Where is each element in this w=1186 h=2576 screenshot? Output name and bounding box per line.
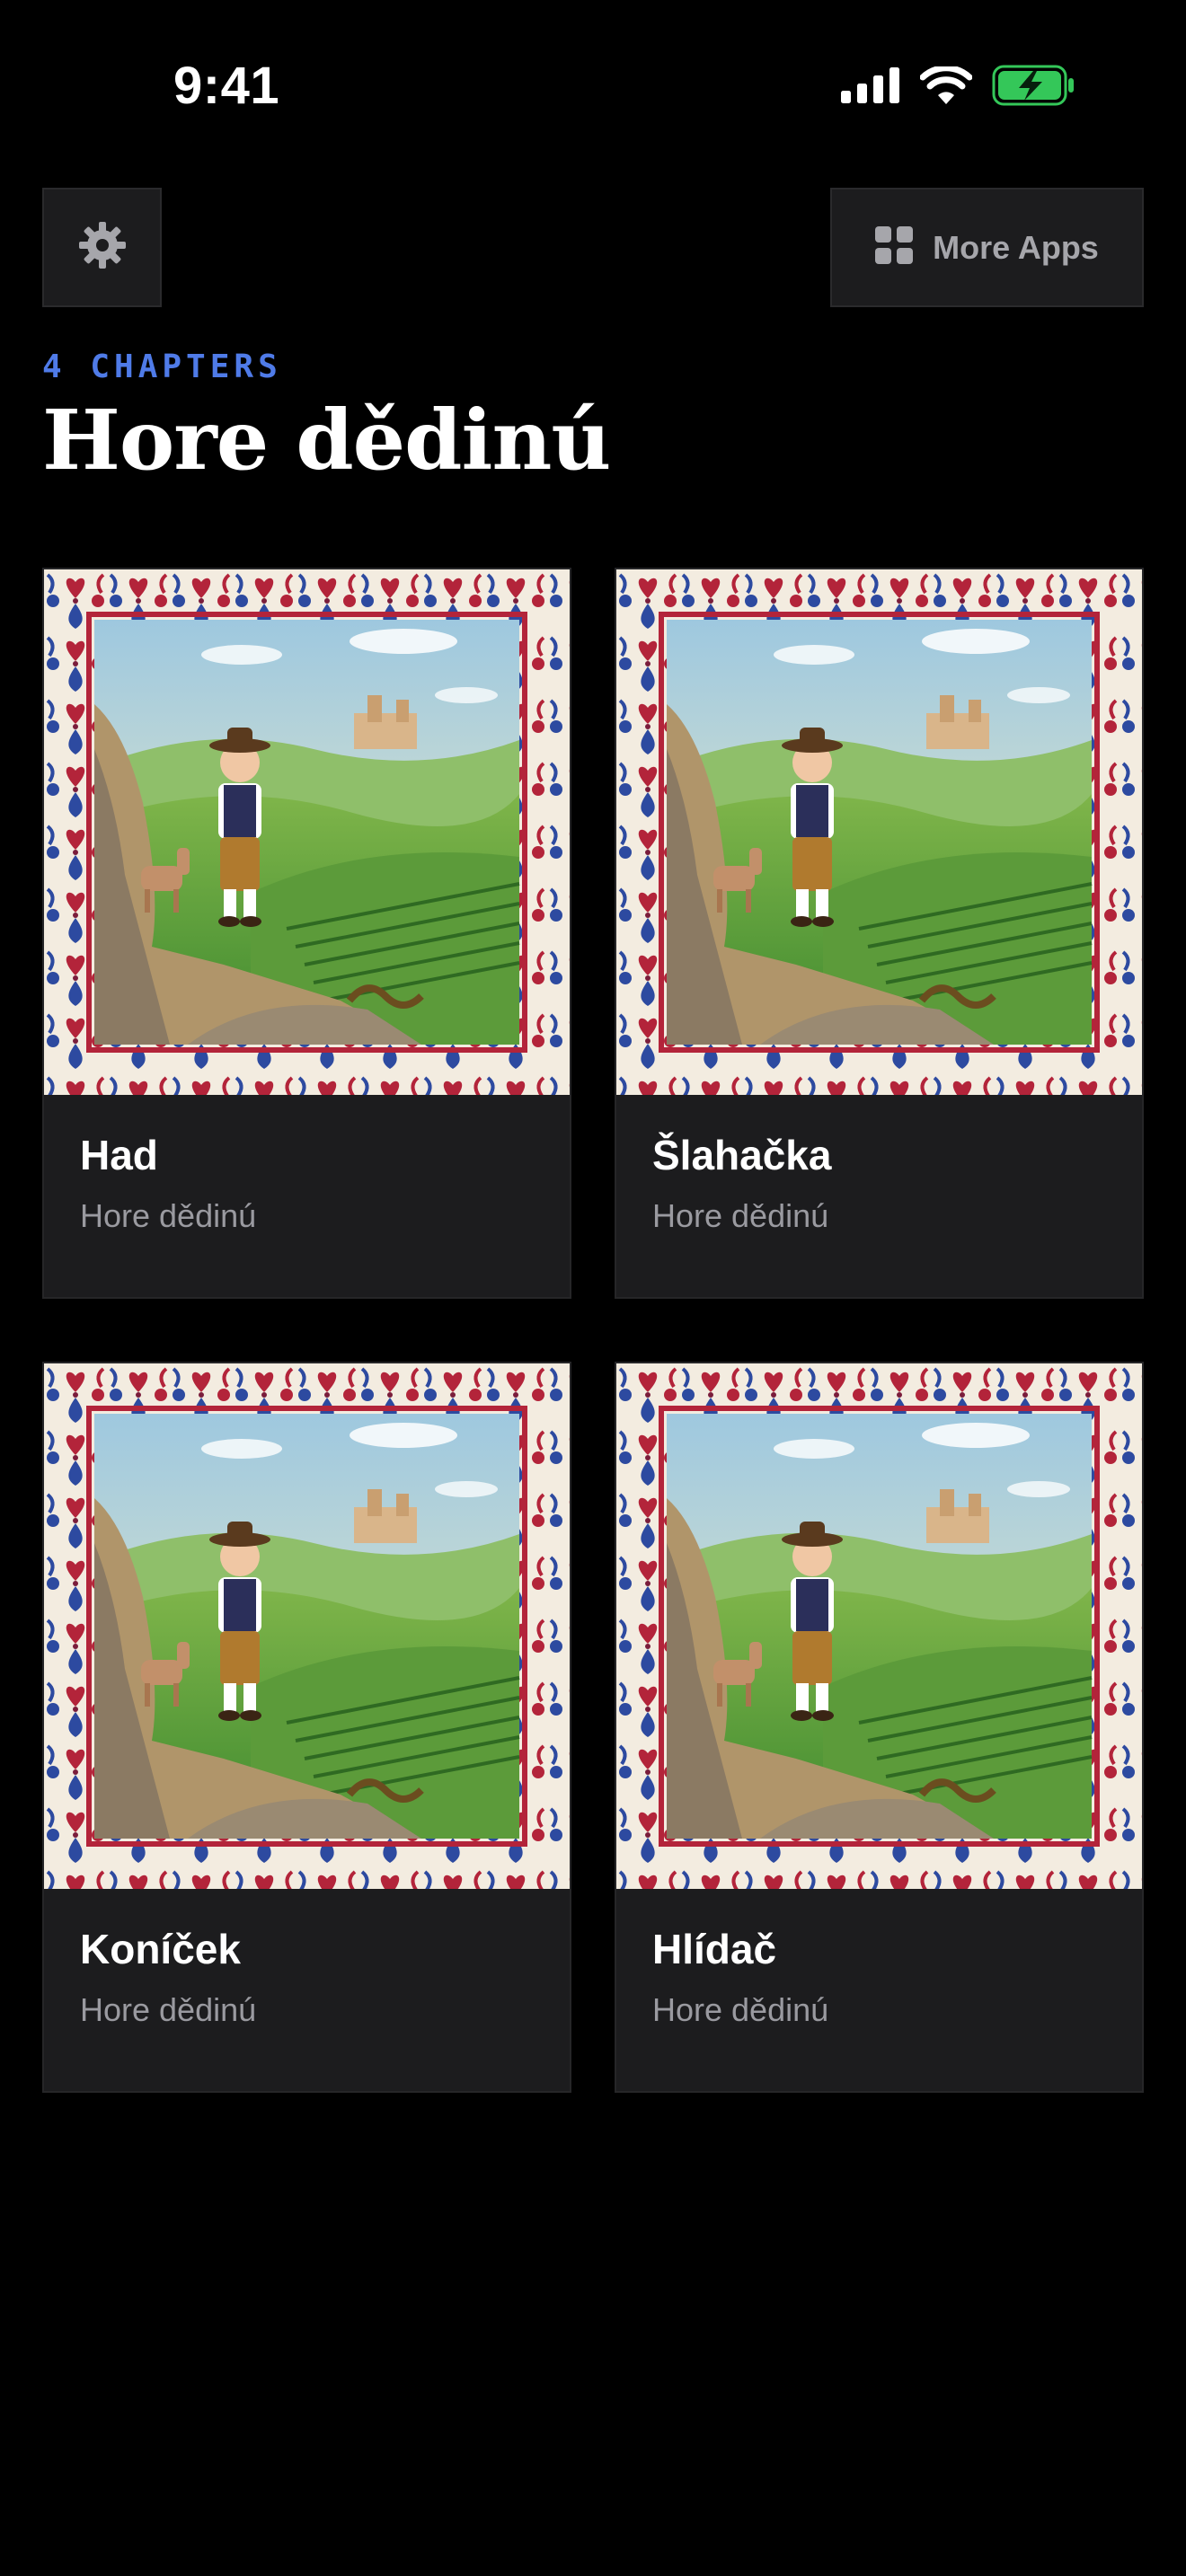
gear-icon [78, 222, 126, 273]
more-apps-label: More Apps [933, 228, 1099, 266]
status-icons [841, 64, 1076, 110]
chapter-subtitle: Hore dědinú [652, 1196, 829, 1234]
page-title: Hore dědinú [42, 392, 611, 489]
grid-icon [875, 226, 914, 269]
cellular-signal-icon [841, 66, 900, 108]
wifi-icon [919, 64, 973, 109]
chapter-grid: Had Hore dědinú Šlahačka Hore dědinú Kon… [42, 568, 1144, 2093]
chapter-cover-image [616, 569, 1142, 1095]
chapters-count: 4 CHAPTERS [42, 348, 282, 385]
status-time: 9:41 [173, 57, 280, 115]
chapter-subtitle: Hore dědinú [652, 1990, 829, 2028]
chapter-card[interactable]: Hlídač Hore dědinú [615, 1362, 1144, 2093]
status-bar: 9:41 [0, 0, 1186, 171]
chapter-info: Šlahačka Hore dědinú [616, 1095, 1142, 1233]
chapter-cover-image [44, 1363, 570, 1889]
chapter-info: Hlídač Hore dědinú [616, 1889, 1142, 2027]
more-apps-button[interactable]: More Apps [830, 188, 1144, 307]
chapter-title: Had [80, 1132, 158, 1178]
chapter-card[interactable]: Koníček Hore dědinú [42, 1362, 571, 2093]
chapter-title: Koníček [80, 1926, 241, 1972]
settings-button[interactable] [42, 188, 162, 307]
chapter-cover-image [44, 569, 570, 1095]
chapter-card[interactable]: Had Hore dědinú [42, 568, 571, 1299]
chapter-subtitle: Hore dědinú [80, 1990, 257, 2028]
chapter-title: Hlídač [652, 1926, 777, 1972]
chapter-cover-image [616, 1363, 1142, 1889]
chapter-info: Koníček Hore dědinú [44, 1889, 570, 2027]
battery-charging-icon [992, 65, 1076, 110]
chapter-title: Šlahačka [652, 1132, 832, 1178]
chapter-info: Had Hore dědinú [44, 1095, 570, 1233]
chapter-subtitle: Hore dědinú [80, 1196, 257, 1234]
chapter-card[interactable]: Šlahačka Hore dědinú [615, 568, 1144, 1299]
